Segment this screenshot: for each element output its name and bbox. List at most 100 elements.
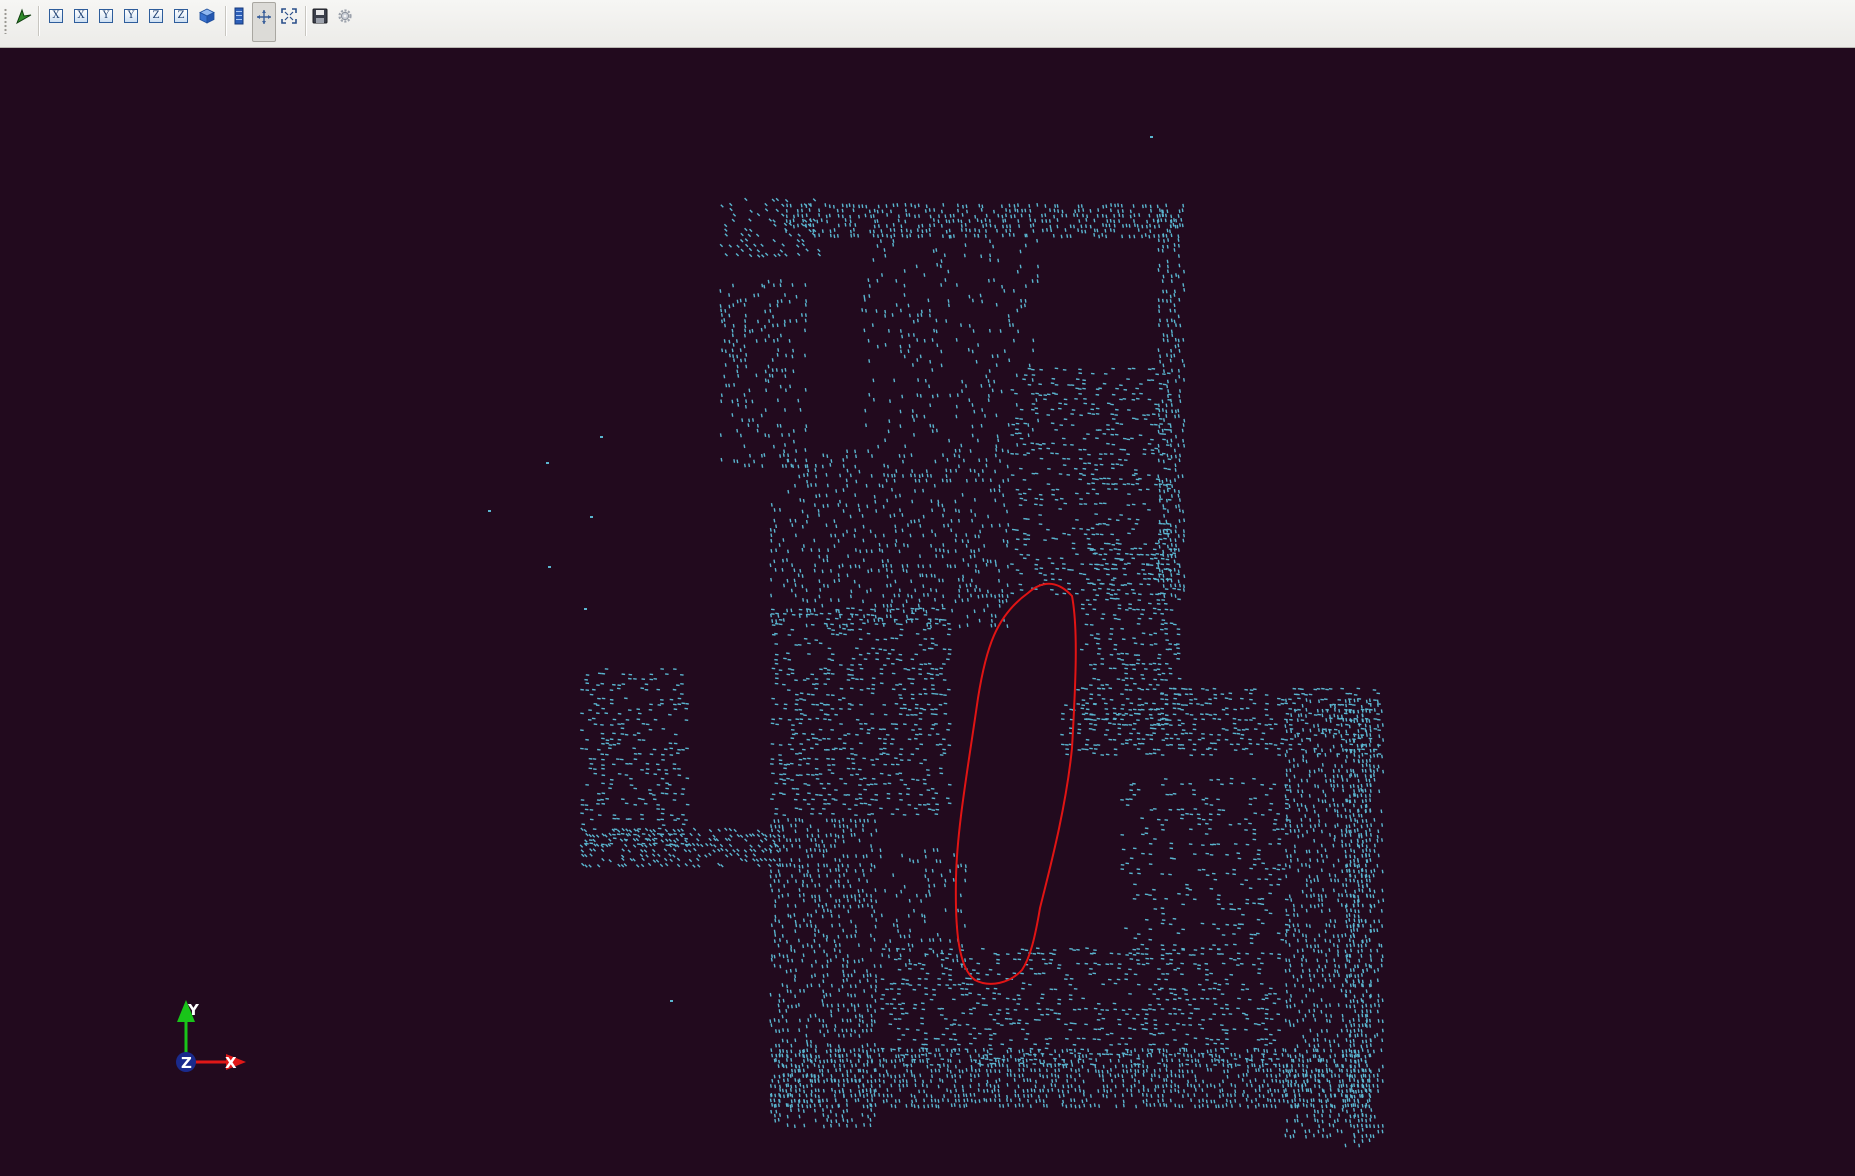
cloud-point [948,228,951,233]
cloud-point [1036,279,1039,284]
cloud-point [1177,238,1180,242]
toolbar-grip[interactable] [4,8,7,34]
cloud-point [1317,1043,1320,1048]
cloud-point [874,924,877,929]
cloud-point [1321,968,1324,972]
cloud-point [1325,1059,1328,1063]
cloud-point [1308,849,1311,854]
cloud-point [1012,323,1014,327]
rotate-mode-button[interactable] [252,2,276,42]
cloud-point [910,519,913,524]
view-z-negative-button[interactable]: Z [170,5,192,27]
cloud-point [1177,314,1180,319]
cloud-point [786,984,789,989]
cloud-point [1345,864,1347,869]
cloud-point [1360,824,1363,829]
cloud-point [1304,1129,1307,1134]
cloud-point [1365,1133,1368,1138]
cloud-point [1349,1123,1352,1128]
cloud-point [1036,202,1039,207]
cloud-point [1144,233,1147,237]
isometric-view-button[interactable] [196,5,218,27]
cloud-point [1350,818,1352,822]
cloud-point [1296,913,1299,918]
fit-view-button[interactable] [278,5,300,27]
cloud-point [941,234,944,239]
cloud-point [1364,1073,1367,1078]
settings-button[interactable] [334,5,356,27]
cloud-point [974,588,977,593]
cloud-point [834,857,837,862]
cloud-point [775,1057,777,1062]
cloud-point [748,388,751,393]
3d-viewport[interactable]: Y X Z [0,48,1855,1176]
cloud-point [826,554,829,559]
cloud-point [1292,758,1295,762]
cloud-point [1381,754,1383,759]
cloud-point [991,388,994,393]
cloud-point [834,943,837,948]
cloud-point [1341,1068,1343,1073]
cloud-point [777,1018,780,1023]
cloud-point [847,898,849,903]
cloud-point [1305,749,1308,754]
cloud-point [1369,758,1371,763]
cloud-point [886,603,889,608]
cloud-point [1360,868,1363,873]
cloud-point [1369,954,1372,958]
cloud-point [858,214,860,219]
toggle-panel-button[interactable] [228,5,250,27]
cloud-point [1304,804,1307,809]
cloud-point [899,508,901,513]
cloud-point [1350,948,1352,953]
cloud-point [792,369,795,374]
save-button[interactable] [309,5,331,27]
cloud-point [1310,888,1313,892]
cloud-point [1297,789,1300,794]
cloud-point [779,279,782,283]
cloud-point [1352,927,1355,932]
pick-point-button[interactable] [13,5,35,27]
view-x-positive-button[interactable]: X [45,5,67,27]
cloud-point [862,558,865,563]
cloud-point [1182,423,1185,427]
cloud-point [1364,794,1367,798]
cloud-point [791,354,794,359]
cloud-point [1320,909,1323,914]
view-x-negative-button[interactable]: X [70,5,92,27]
cloud-point [871,848,873,853]
cloud-point [867,278,870,283]
cloud-point [806,873,809,878]
cloud-point [781,863,784,868]
cloud-point [1356,714,1359,719]
cloud-point [805,1039,808,1044]
cloud-point [1289,1069,1292,1074]
cloud-point [838,883,840,888]
view-y-negative-button[interactable]: Y [120,5,142,27]
cloud-point [797,398,800,403]
point-cloud-scene[interactable]: Y X Z [0,48,1855,1176]
cloud-point [872,397,875,402]
cloud-point [818,898,821,902]
view-z-positive-button[interactable]: Z [145,5,167,27]
cloud-point [1174,414,1177,419]
cloud-point [877,444,880,449]
cloud-point [863,614,866,619]
cloud-point [1174,463,1177,468]
cloud-point [855,929,857,934]
cloud-point [916,393,919,398]
cloud-point [1353,749,1356,753]
cloud-point [1325,779,1328,783]
view-y-positive-button[interactable]: Y [95,5,117,27]
cloud-point [1373,928,1376,933]
cloud-point [1105,204,1108,209]
cloud-point [1338,729,1341,734]
cloud-point [1289,819,1291,824]
cloud-point [782,954,785,959]
cloud-point [1157,474,1160,479]
cloud-point [1349,934,1352,939]
cloud-point [811,1079,814,1083]
cloud-point [1346,974,1349,978]
cloud-point [841,1028,844,1033]
cloud-point [1156,214,1159,218]
